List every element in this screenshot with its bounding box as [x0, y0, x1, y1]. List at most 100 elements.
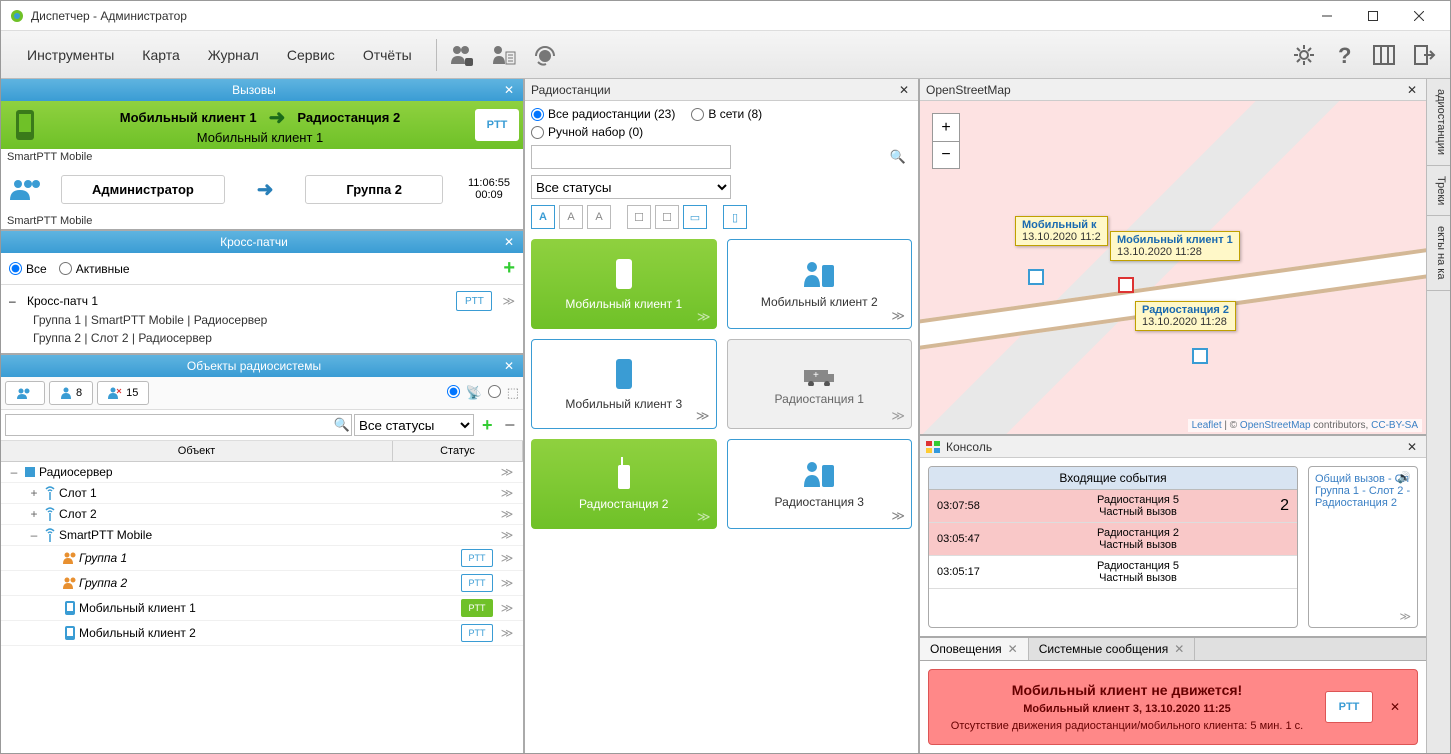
tab-notifications[interactable]: Оповещения✕	[920, 638, 1029, 660]
ptt-button[interactable]: PTT	[461, 624, 493, 642]
ptt-button[interactable]: PTT	[1325, 691, 1373, 723]
chevron-right-icon[interactable]: ≫	[497, 551, 517, 565]
map-pin[interactable]	[1028, 269, 1044, 285]
filter-all[interactable]: Все	[9, 262, 47, 276]
view-radio-2[interactable]	[488, 385, 501, 401]
tree-row[interactable]: Мобильный клиент 1PTT≫	[1, 596, 523, 621]
radio-tile[interactable]: Мобильный клиент 1≫	[531, 239, 717, 329]
tree-row[interactable]: Мобильный клиент 2PTT≫	[1, 621, 523, 646]
dialpad-icon[interactable]	[489, 41, 517, 69]
view-square1[interactable]: ☐	[627, 205, 651, 229]
radio-tile[interactable]: Мобильный клиент 3≫	[531, 339, 717, 429]
close-icon[interactable]: ✕	[1174, 642, 1184, 656]
search-icon[interactable]: 🔍	[890, 149, 906, 165]
settings-icon[interactable]	[1290, 41, 1318, 69]
crosspatch-close-icon[interactable]: ✕	[501, 234, 517, 250]
filter-people-button[interactable]: 8	[49, 381, 93, 405]
zoom-out-button[interactable]: −	[932, 141, 960, 169]
contacts-icon[interactable]	[447, 41, 475, 69]
map-marker[interactable]: Радиостанция 213.10.2020 11:28	[1135, 301, 1236, 331]
calls-close-icon[interactable]: ✕	[501, 82, 517, 98]
alert-close-icon[interactable]: ✕	[1385, 697, 1405, 717]
zoom-in-button[interactable]: +	[932, 113, 960, 141]
radio-search-input[interactable]	[531, 145, 731, 169]
text-size-a1[interactable]: A	[531, 205, 555, 229]
expand-icon[interactable]: +	[27, 507, 41, 521]
leaflet-link[interactable]: Leaflet	[1192, 420, 1222, 431]
filter-offline-button[interactable]: 15	[97, 381, 149, 405]
map-pin[interactable]	[1192, 348, 1208, 364]
tree-row[interactable]: +Слот 1≫	[1, 483, 523, 504]
radio-tile[interactable]: +Радиостанция 1≫	[727, 339, 913, 429]
event-row[interactable]: 03:05:17Радиостанция 5Частный вызов	[929, 556, 1297, 589]
menu-map[interactable]: Карта	[128, 39, 193, 71]
chevron-right-icon[interactable]: ≫	[696, 408, 710, 424]
close-button[interactable]	[1396, 1, 1442, 31]
help-icon[interactable]: ?	[1330, 41, 1358, 69]
tree-row[interactable]: +Слот 2≫	[1, 504, 523, 525]
add-object-icon[interactable]: +	[478, 415, 497, 436]
search-icon[interactable]: 🔍	[334, 417, 350, 433]
remove-object-icon[interactable]: −	[500, 415, 519, 436]
call-preset-card[interactable]: 🔊 Общий вызов - Сл Группа 1 - Слот 2 - Р…	[1308, 466, 1418, 628]
chevron-right-icon[interactable]: ≫	[502, 294, 515, 308]
radio-filter-manual[interactable]: Ручной набор (0)	[531, 125, 643, 139]
chevron-right-icon[interactable]: ≫	[697, 309, 711, 325]
add-crosspatch-icon[interactable]: +	[503, 257, 515, 280]
chevron-right-icon[interactable]: ≫	[497, 486, 517, 500]
chevron-right-icon[interactable]: ≫	[1399, 610, 1411, 623]
map-marker[interactable]: Мобильный клиент 113.10.2020 11:28	[1110, 231, 1240, 261]
headset-icon[interactable]	[531, 41, 559, 69]
ptt-button[interactable]: PTT	[461, 574, 493, 592]
tree-row[interactable]: –SmartPTT Mobile≫	[1, 525, 523, 546]
menu-service[interactable]: Сервис	[273, 39, 349, 71]
radio-tile[interactable]: Мобильный клиент 2≫	[727, 239, 913, 329]
crosspatch-item[interactable]: – Кросс-патч 1 PTT ≫	[9, 291, 515, 311]
map-marker[interactable]: Мобильный к13.10.2020 11:2	[1015, 216, 1108, 246]
event-row[interactable]: 03:05:47Радиостанция 2Частный вызов	[929, 523, 1297, 556]
filter-active[interactable]: Активные	[59, 262, 130, 276]
ptt-button[interactable]: PTT	[456, 291, 492, 311]
view-square2[interactable]: ☐	[655, 205, 679, 229]
console-close-icon[interactable]: ✕	[1404, 439, 1420, 455]
chevron-right-icon[interactable]: ≫	[891, 308, 905, 324]
radio-status-select[interactable]: Все статусы	[531, 175, 731, 199]
layout-icon[interactable]	[1370, 41, 1398, 69]
map-view[interactable]: + − Мобильный к13.10.2020 11:2Мобильный …	[920, 101, 1426, 436]
chevron-right-icon[interactable]: ≫	[497, 507, 517, 521]
call-row-active[interactable]: Мобильный клиент 1 ➜ Радиостанция 2 Моби…	[1, 101, 523, 149]
view-phone[interactable]: ▯	[723, 205, 747, 229]
chevron-right-icon[interactable]: ≫	[697, 509, 711, 525]
status-select[interactable]: Все статусы	[354, 414, 474, 436]
map-close-icon[interactable]: ✕	[1404, 82, 1420, 98]
chevron-right-icon[interactable]: ≫	[891, 408, 905, 424]
minimize-button[interactable]	[1304, 1, 1350, 31]
radio-tile[interactable]: Радиостанция 3≫	[727, 439, 913, 529]
sidetab-tracks[interactable]: Треки	[1427, 166, 1450, 216]
filter-groups-button[interactable]	[5, 381, 45, 405]
view-rect[interactable]: ▭	[683, 205, 707, 229]
maximize-button[interactable]	[1350, 1, 1396, 31]
chevron-right-icon[interactable]: ≫	[497, 528, 517, 542]
close-icon[interactable]: ✕	[1008, 642, 1018, 656]
menu-instruments[interactable]: Инструменты	[13, 39, 128, 71]
call-row[interactable]: Администратор ➜ Группа 2 11:06:55 00:09	[1, 165, 523, 213]
chevron-right-icon[interactable]: ≫	[497, 626, 517, 640]
radio-tile[interactable]: Радиостанция 2≫	[531, 439, 717, 529]
object-search-input[interactable]	[5, 414, 352, 436]
ptt-button[interactable]: PTT	[475, 109, 519, 141]
tree-row[interactable]: –Радиосервер≫	[1, 462, 523, 483]
chevron-right-icon[interactable]: ≫	[497, 576, 517, 590]
expand-icon[interactable]: +	[27, 486, 41, 500]
ptt-button[interactable]: PTT	[461, 549, 493, 567]
tab-system-messages[interactable]: Системные сообщения✕	[1029, 638, 1196, 660]
objects-close-icon[interactable]: ✕	[501, 358, 517, 374]
sidetab-objects[interactable]: екты на ка	[1427, 216, 1450, 290]
chevron-right-icon[interactable]: ≫	[497, 601, 517, 615]
sidetab-radios[interactable]: адиостанции	[1427, 79, 1450, 166]
text-size-a3[interactable]: A	[587, 205, 611, 229]
exit-icon[interactable]	[1410, 41, 1438, 69]
event-row[interactable]: 03:07:58Радиостанция 5Частный вызов2	[929, 490, 1297, 523]
radio-filter-all[interactable]: Все радиостанции (23)	[531, 107, 675, 121]
map-pin[interactable]	[1118, 277, 1134, 293]
